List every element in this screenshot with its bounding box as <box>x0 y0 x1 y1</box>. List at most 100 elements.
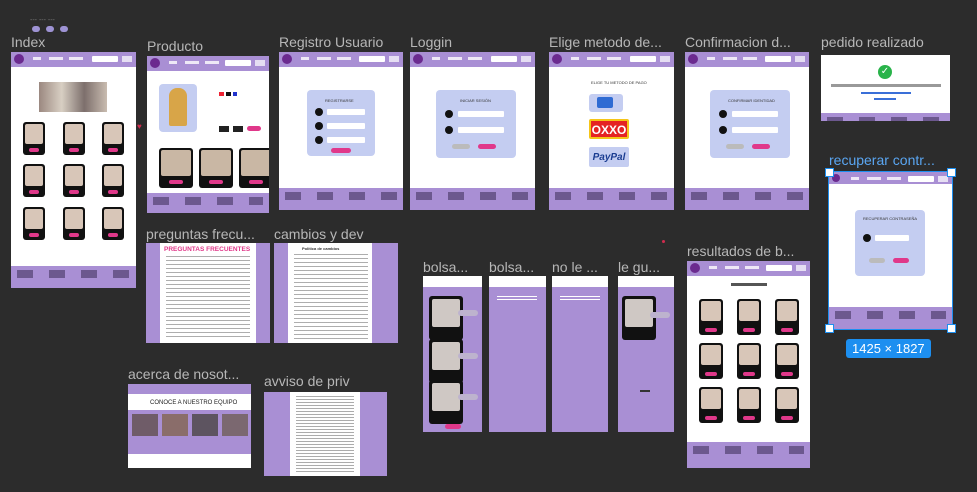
frame-label-registro[interactable]: Registro Usuario <box>279 34 383 50</box>
username-field[interactable] <box>732 111 778 117</box>
add-to-cart-button[interactable] <box>247 126 261 131</box>
frame-resultados[interactable] <box>687 261 810 468</box>
search-input[interactable] <box>359 56 385 62</box>
search-input[interactable] <box>630 56 656 62</box>
remove-button[interactable] <box>458 310 478 316</box>
frame-index[interactable] <box>11 52 136 288</box>
register-button[interactable] <box>331 148 351 153</box>
frame-cambios[interactable]: Politica de cambios <box>274 243 398 343</box>
related-card[interactable] <box>159 148 193 188</box>
account-icon[interactable] <box>122 56 132 62</box>
cancel-button[interactable] <box>726 144 744 149</box>
search-input[interactable] <box>225 60 251 66</box>
product-card[interactable] <box>63 122 85 155</box>
oxxo-payment-option[interactable]: OXXO <box>589 119 629 139</box>
confirm-button[interactable] <box>752 144 770 149</box>
product-card[interactable] <box>23 207 45 240</box>
frame-aviso[interactable] <box>264 392 387 476</box>
product-card[interactable] <box>23 164 45 197</box>
add-button[interactable] <box>650 312 670 318</box>
frame-metodo[interactable]: ELIGE TU METODO DE PAGO OXXO PayPal <box>549 52 674 210</box>
bag-item[interactable] <box>429 339 463 383</box>
frame-label-metodo[interactable]: Elige metodo de... <box>549 34 662 50</box>
frame-label-index[interactable]: Index <box>11 34 45 50</box>
product-card[interactable] <box>737 387 761 423</box>
password-field[interactable] <box>458 127 504 133</box>
frame-registro[interactable]: REGISTRARSE <box>279 52 403 210</box>
frame-nole[interactable] <box>552 276 608 432</box>
bag-item[interactable] <box>429 296 463 340</box>
size-options[interactable] <box>219 126 243 132</box>
product-card[interactable] <box>699 343 723 379</box>
login-button[interactable] <box>478 144 496 149</box>
search-input[interactable] <box>92 56 118 62</box>
frame-label-producto[interactable]: Producto <box>147 38 203 54</box>
account-icon[interactable] <box>795 56 805 62</box>
password-field[interactable] <box>327 137 365 143</box>
product-card[interactable] <box>699 387 723 423</box>
account-icon[interactable] <box>521 56 531 62</box>
frame-label-confirmacion[interactable]: Confirmacion d... <box>685 34 791 50</box>
product-card[interactable] <box>737 343 761 379</box>
frame-label-bolsa2[interactable]: bolsa... <box>489 259 534 275</box>
frame-bolsa1[interactable] <box>423 276 482 432</box>
card-payment-option[interactable] <box>589 94 623 112</box>
product-card[interactable] <box>775 343 799 379</box>
frame-label-loggin[interactable]: Loggin <box>410 34 452 50</box>
product-card[interactable] <box>102 122 124 155</box>
frame-label-legu[interactable]: le gu... <box>618 259 660 275</box>
frame-bolsa2[interactable] <box>489 276 546 432</box>
remove-button[interactable] <box>458 353 478 359</box>
product-card[interactable] <box>23 122 45 155</box>
frame-producto[interactable] <box>147 56 269 213</box>
account-icon[interactable] <box>389 56 399 62</box>
product-card[interactable] <box>699 299 723 335</box>
frame-legu[interactable] <box>618 276 674 432</box>
related-card[interactable] <box>239 148 269 188</box>
search-input[interactable] <box>491 56 517 62</box>
toolbar-pill[interactable] <box>46 26 54 32</box>
frame-preguntas[interactable]: PREGUNTAS FRECUENTES <box>146 243 270 343</box>
toolbar-pill[interactable] <box>32 26 40 32</box>
name-field[interactable] <box>327 109 365 115</box>
product-card[interactable] <box>737 299 761 335</box>
frame-acerca[interactable]: CONOCE A NUESTRO EQUIPO <box>128 384 251 468</box>
heart-icon[interactable]: ♥ <box>137 122 142 131</box>
home-link[interactable] <box>874 98 896 100</box>
product-card[interactable] <box>775 299 799 335</box>
favorite-item[interactable] <box>622 296 656 340</box>
email-field[interactable] <box>327 123 365 129</box>
order-link[interactable] <box>861 92 911 94</box>
paypal-payment-option[interactable]: PayPal <box>589 147 629 167</box>
product-card[interactable] <box>775 387 799 423</box>
product-card[interactable] <box>63 164 85 197</box>
pay-button[interactable] <box>445 424 461 429</box>
search-input[interactable] <box>766 265 792 271</box>
frame-label-preguntas[interactable]: preguntas frecu... <box>146 226 255 242</box>
frame-label-pedido[interactable]: pedido realizado <box>821 34 924 50</box>
frame-label-bolsa1[interactable]: bolsa... <box>423 259 468 275</box>
resize-handle[interactable] <box>947 324 956 333</box>
frame-label-cambios[interactable]: cambios y dev <box>274 226 363 242</box>
resize-handle[interactable] <box>947 168 956 177</box>
toolbar-pill[interactable] <box>60 26 68 32</box>
resize-handle[interactable] <box>825 168 834 177</box>
product-card[interactable] <box>63 207 85 240</box>
product-card[interactable] <box>102 207 124 240</box>
password-field[interactable] <box>732 127 778 133</box>
username-field[interactable] <box>458 111 504 117</box>
search-input[interactable] <box>765 56 791 62</box>
color-swatches[interactable] <box>219 92 237 96</box>
bag-item[interactable] <box>429 380 463 424</box>
remove-button[interactable] <box>458 394 478 400</box>
product-card[interactable] <box>102 164 124 197</box>
frame-label-resultados[interactable]: resultados de b... <box>687 243 794 259</box>
frame-label-aviso[interactable]: avviso de priv <box>264 373 350 389</box>
frame-pedido[interactable]: ✓ <box>821 55 950 121</box>
account-icon[interactable] <box>255 60 265 66</box>
account-icon[interactable] <box>660 56 670 62</box>
resize-handle[interactable] <box>825 324 834 333</box>
frame-confirmacion[interactable]: CONFIRMAR IDENTIDAD <box>685 52 809 210</box>
frame-label-recuperar[interactable]: recuperar contr... <box>829 152 935 168</box>
cancel-button[interactable] <box>452 144 470 149</box>
